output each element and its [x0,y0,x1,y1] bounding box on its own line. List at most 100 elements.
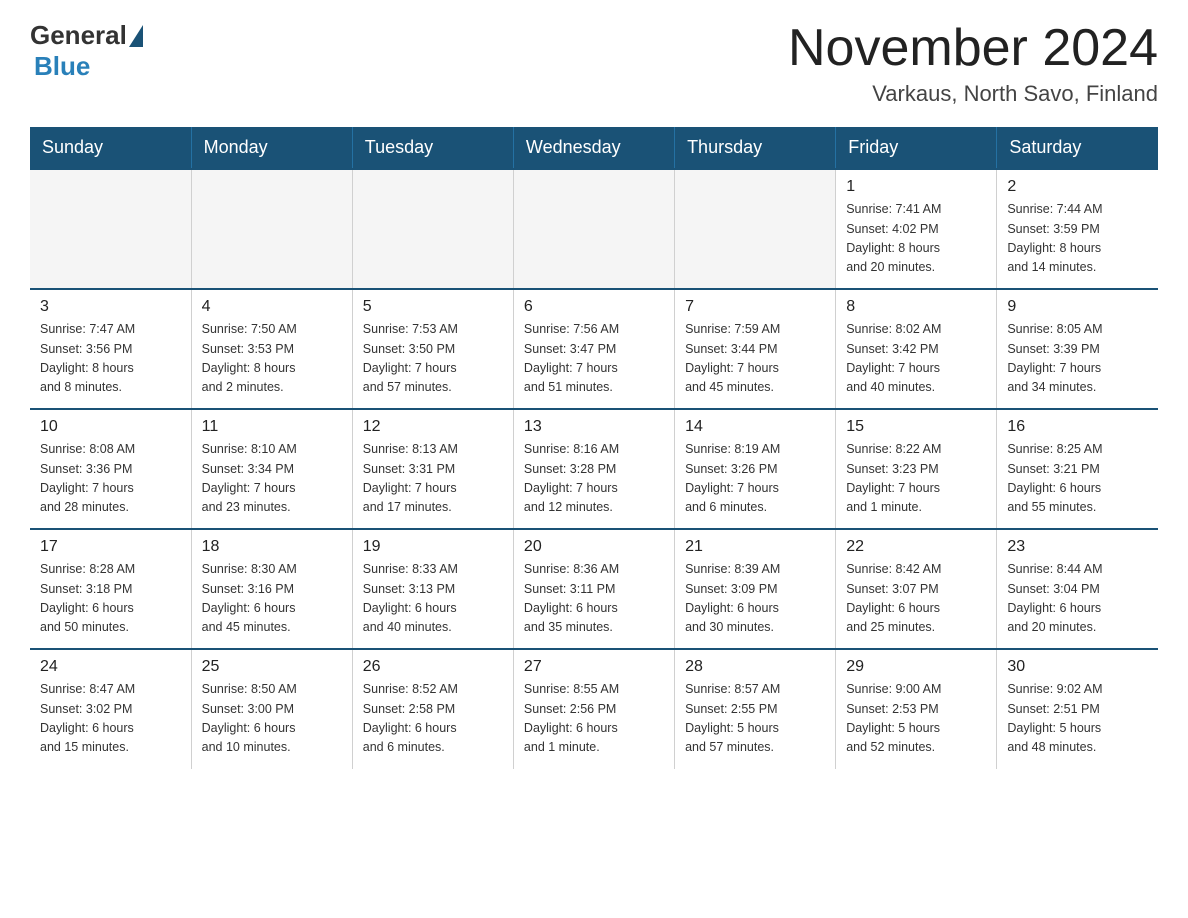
calendar-header-row: SundayMondayTuesdayWednesdayThursdayFrid… [30,127,1158,169]
calendar-cell: 17Sunrise: 8:28 AMSunset: 3:18 PMDayligh… [30,529,191,649]
day-info: Sunrise: 8:50 AMSunset: 3:00 PMDaylight:… [202,680,342,758]
day-info: Sunrise: 9:02 AMSunset: 2:51 PMDaylight:… [1007,680,1148,758]
day-info: Sunrise: 8:33 AMSunset: 3:13 PMDaylight:… [363,560,503,638]
calendar-cell: 27 Sunrise: 8:55 AMSunset: 2:56 PMDayligh… [513,649,674,769]
calendar-week-1: 1Sunrise: 7:41 AMSunset: 4:02 PMDaylight… [30,169,1158,289]
day-number: 12 [363,418,503,436]
day-info: Sunrise: 8:02 AMSunset: 3:42 PMDaylight:… [846,320,986,398]
calendar-cell: 1Sunrise: 7:41 AMSunset: 4:02 PMDaylight… [836,169,997,289]
calendar-cell: 10 Sunrise: 8:08 AMSunset: 3:36 PMDayligh… [30,409,191,529]
day-info: Sunrise: 7:50 AMSunset: 3:53 PMDaylight:… [202,320,342,398]
calendar-cell: 19 Sunrise: 8:33 AMSunset: 3:13 PMDayligh… [352,529,513,649]
day-number: 11 [202,418,342,436]
day-info: Sunrise: 8:22 AMSunset: 3:23 PMDaylight:… [846,440,986,518]
calendar-cell: 22 Sunrise: 8:42 AMSunset: 3:07 PMDayligh… [836,529,997,649]
day-number: 19 [363,538,503,556]
day-info: Sunrise: 8:36 AMSunset: 3:11 PMDaylight:… [524,560,664,638]
day-number: 20 [524,538,664,556]
day-number: 29 [846,658,986,676]
day-info: Sunrise: 8:42 AMSunset: 3:07 PMDaylight:… [846,560,986,638]
day-number: 9 [1007,298,1148,316]
calendar-cell: 28Sunrise: 8:57 AMSunset: 2:55 PMDayligh… [675,649,836,769]
day-info: Sunrise: 8:52 AMSunset: 2:58 PMDaylight:… [363,680,503,758]
title-section: November 2024 Varkaus, North Savo, Finla… [788,20,1158,107]
calendar-cell: 11 Sunrise: 8:10 AMSunset: 3:34 PMDayligh… [191,409,352,529]
calendar-cell [30,169,191,289]
calendar-cell: 29 Sunrise: 9:00 AMSunset: 2:53 PMDayligh… [836,649,997,769]
day-number: 25 [202,658,342,676]
day-info: Sunrise: 8:30 AMSunset: 3:16 PMDaylight:… [202,560,342,638]
calendar-cell: 14Sunrise: 8:19 AMSunset: 3:26 PMDayligh… [675,409,836,529]
day-number: 14 [685,418,825,436]
day-info: Sunrise: 8:13 AMSunset: 3:31 PMDaylight:… [363,440,503,518]
day-info: Sunrise: 7:53 AMSunset: 3:50 PMDaylight:… [363,320,503,398]
day-info: Sunrise: 7:56 AMSunset: 3:47 PMDaylight:… [524,320,664,398]
day-number: 1 [846,178,986,196]
calendar-cell: 25 Sunrise: 8:50 AMSunset: 3:00 PMDayligh… [191,649,352,769]
calendar-cell [675,169,836,289]
day-number: 15 [846,418,986,436]
day-info: Sunrise: 8:39 AMSunset: 3:09 PMDaylight:… [685,560,825,638]
calendar-cell [513,169,674,289]
calendar-cell [352,169,513,289]
logo-triangle-icon [129,25,143,47]
calendar-cell: 8Sunrise: 8:02 AMSunset: 3:42 PMDaylight… [836,289,997,409]
calendar-cell: 9 Sunrise: 8:05 AMSunset: 3:39 PMDaylight… [997,289,1158,409]
day-info: Sunrise: 8:08 AMSunset: 3:36 PMDaylight:… [40,440,181,518]
calendar-header-monday: Monday [191,127,352,169]
day-info: Sunrise: 7:44 AMSunset: 3:59 PMDaylight:… [1007,200,1148,278]
day-number: 26 [363,658,503,676]
calendar-week-5: 24Sunrise: 8:47 AMSunset: 3:02 PMDayligh… [30,649,1158,769]
day-info: Sunrise: 9:00 AMSunset: 2:53 PMDaylight:… [846,680,986,758]
day-number: 6 [524,298,664,316]
day-info: Sunrise: 7:47 AMSunset: 3:56 PMDaylight:… [40,320,181,398]
calendar-header-sunday: Sunday [30,127,191,169]
month-title: November 2024 [788,20,1158,77]
day-info: Sunrise: 8:16 AMSunset: 3:28 PMDaylight:… [524,440,664,518]
calendar-cell: 18 Sunrise: 8:30 AMSunset: 3:16 PMDayligh… [191,529,352,649]
day-info: Sunrise: 8:55 AMSunset: 2:56 PMDaylight:… [524,680,664,758]
calendar-week-4: 17Sunrise: 8:28 AMSunset: 3:18 PMDayligh… [30,529,1158,649]
logo-blue-text: Blue [34,51,90,82]
calendar-table: SundayMondayTuesdayWednesdayThursdayFrid… [30,127,1158,769]
calendar-week-3: 10 Sunrise: 8:08 AMSunset: 3:36 PMDayligh… [30,409,1158,529]
calendar-cell: 20 Sunrise: 8:36 AMSunset: 3:11 PMDayligh… [513,529,674,649]
day-info: Sunrise: 8:05 AMSunset: 3:39 PMDaylight:… [1007,320,1148,398]
calendar-cell: 3 Sunrise: 7:47 AMSunset: 3:56 PMDaylight… [30,289,191,409]
day-number: 18 [202,538,342,556]
calendar-cell: 5Sunrise: 7:53 AMSunset: 3:50 PMDaylight… [352,289,513,409]
calendar-cell: 24Sunrise: 8:47 AMSunset: 3:02 PMDayligh… [30,649,191,769]
day-number: 22 [846,538,986,556]
calendar-header-thursday: Thursday [675,127,836,169]
calendar-cell: 13 Sunrise: 8:16 AMSunset: 3:28 PMDayligh… [513,409,674,529]
calendar-header-tuesday: Tuesday [352,127,513,169]
calendar-cell: 15 Sunrise: 8:22 AMSunset: 3:23 PMDayligh… [836,409,997,529]
logo: General Blue [30,20,143,82]
calendar-week-2: 3 Sunrise: 7:47 AMSunset: 3:56 PMDaylight… [30,289,1158,409]
day-info: Sunrise: 8:10 AMSunset: 3:34 PMDaylight:… [202,440,342,518]
day-info: Sunrise: 8:25 AMSunset: 3:21 PMDaylight:… [1007,440,1148,518]
calendar-header-wednesday: Wednesday [513,127,674,169]
day-number: 17 [40,538,181,556]
calendar-cell: 7Sunrise: 7:59 AMSunset: 3:44 PMDaylight… [675,289,836,409]
day-number: 10 [40,418,181,436]
calendar-cell: 23 Sunrise: 8:44 AMSunset: 3:04 PMDayligh… [997,529,1158,649]
day-number: 13 [524,418,664,436]
calendar-cell [191,169,352,289]
calendar-cell: 16 Sunrise: 8:25 AMSunset: 3:21 PMDayligh… [997,409,1158,529]
calendar-header-friday: Friday [836,127,997,169]
location-title: Varkaus, North Savo, Finland [788,81,1158,107]
calendar-cell: 12 Sunrise: 8:13 AMSunset: 3:31 PMDayligh… [352,409,513,529]
calendar-cell: 2Sunrise: 7:44 AMSunset: 3:59 PMDaylight… [997,169,1158,289]
day-info: Sunrise: 8:44 AMSunset: 3:04 PMDaylight:… [1007,560,1148,638]
day-number: 4 [202,298,342,316]
day-number: 3 [40,298,181,316]
page-header: General Blue November 2024 Varkaus, Nort… [30,20,1158,107]
day-info: Sunrise: 8:47 AMSunset: 3:02 PMDaylight:… [40,680,181,758]
day-number: 27 [524,658,664,676]
calendar-cell: 4 Sunrise: 7:50 AMSunset: 3:53 PMDaylight… [191,289,352,409]
day-number: 16 [1007,418,1148,436]
calendar-cell: 30Sunrise: 9:02 AMSunset: 2:51 PMDayligh… [997,649,1158,769]
day-number: 23 [1007,538,1148,556]
calendar-cell: 6 Sunrise: 7:56 AMSunset: 3:47 PMDaylight… [513,289,674,409]
